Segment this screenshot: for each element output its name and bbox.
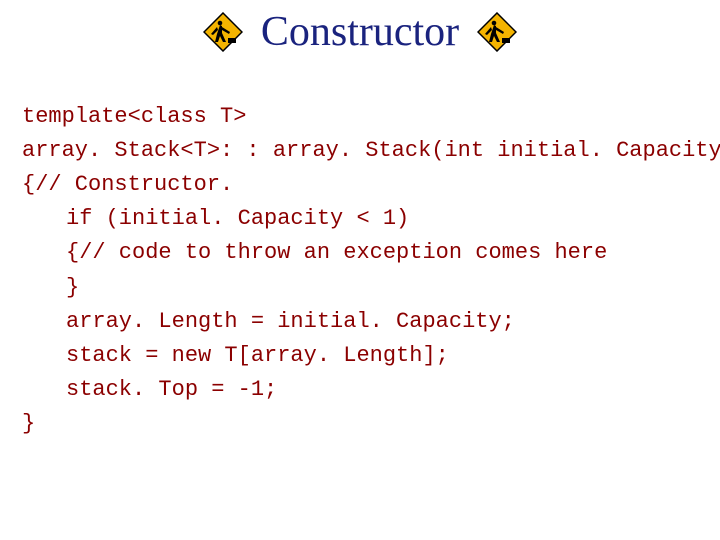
slide-header: Constructor bbox=[0, 0, 720, 66]
code-line: } bbox=[22, 271, 710, 305]
construction-sign-icon bbox=[203, 12, 243, 52]
construction-sign-icon bbox=[477, 12, 517, 52]
code-line: } bbox=[22, 411, 35, 436]
code-line: stack. Top = -1; bbox=[22, 373, 710, 407]
code-line: {// Constructor. bbox=[22, 172, 233, 197]
slide-title: Constructor bbox=[261, 8, 459, 56]
code-line: array. Length = initial. Capacity; bbox=[22, 305, 710, 339]
code-line: array. Stack<T>: : array. Stack(int init… bbox=[22, 138, 720, 163]
code-line: if (initial. Capacity < 1) bbox=[22, 202, 710, 236]
code-block: template<class T> array. Stack<T>: : arr… bbox=[0, 66, 720, 441]
code-line: stack = new T[array. Length]; bbox=[22, 339, 710, 373]
code-line: template<class T> bbox=[22, 104, 246, 129]
code-line: {// code to throw an exception comes her… bbox=[22, 236, 710, 270]
